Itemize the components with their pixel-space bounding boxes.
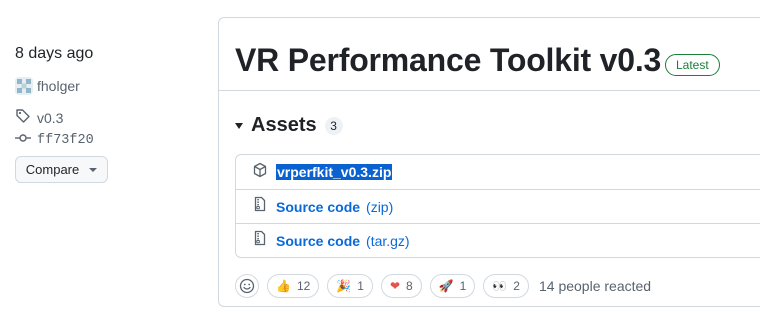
tag-icon (15, 108, 31, 127)
avatar (15, 77, 33, 95)
release-date: 8 days ago (15, 45, 94, 62)
assets-list: vrperfkit_v0.3.zip Source code (zip) Sour… (235, 154, 760, 258)
assets-heading: Assets (251, 114, 317, 136)
assets-count: 3 (324, 116, 343, 135)
divider (219, 90, 760, 91)
reaction-count: 1 (459, 279, 467, 293)
package-icon (252, 162, 268, 183)
reaction-count: 2 (513, 279, 520, 293)
commit-sha[interactable]: ff73f20 (37, 133, 94, 148)
triangle-down-icon (235, 122, 243, 129)
reaction-count: 1 (357, 279, 364, 293)
release-commit[interactable]: ff73f20 (15, 130, 94, 151)
compare-button[interactable]: Compare (15, 156, 108, 183)
asset-suffix: (tar.gz) (366, 232, 410, 249)
reaction-count: 8 (406, 279, 413, 293)
thumbs-up-icon: 👍 (276, 279, 291, 293)
asset-row[interactable]: Source code (zip) (236, 189, 760, 223)
assets-toggle[interactable]: Assets 3 (235, 114, 343, 137)
latest-badge: Latest (665, 54, 720, 76)
source-code-targz-link[interactable]: Source code (tar.gz) (276, 233, 410, 249)
compare-label: Compare (25, 162, 80, 177)
rocket-icon: 🚀 (438, 279, 454, 293)
tada-icon: 🎉 (336, 279, 352, 293)
release-tag[interactable]: v0.3 (15, 108, 63, 127)
asset-row[interactable]: vrperfkit_v0.3.zip (236, 155, 760, 189)
reaction-thumbs-up-button[interactable]: 👍 12 (267, 274, 320, 298)
reaction-tada-button[interactable]: 🎉 1 (327, 274, 373, 298)
reaction-heart-button[interactable]: ❤ 8 (380, 274, 422, 298)
asset-suffix: (zip) (366, 198, 394, 215)
git-commit-icon (15, 130, 31, 151)
reaction-rocket-button[interactable]: 🚀 1 (429, 274, 476, 298)
file-zip-icon (252, 196, 268, 217)
chevron-down-icon (89, 167, 98, 172)
reaction-eyes-button[interactable]: 👀 2 (483, 274, 529, 298)
heart-icon: ❤ (389, 279, 401, 293)
release-title[interactable]: VR Performance Toolkit v0.3 (235, 42, 661, 79)
asset-label: Source code (276, 198, 361, 215)
reaction-summary[interactable]: 14 people reacted (539, 278, 651, 294)
release-card: VR Performance Toolkit v0.3 Latest Asset… (218, 17, 760, 307)
reactions-bar: 👍 12 🎉 1 ❤ 8 🚀 1 👀 2 14 people reacted (235, 274, 651, 298)
source-code-zip-link[interactable]: Source code (zip) (276, 199, 393, 215)
asset-link[interactable]: vrperfkit_v0.3.zip (276, 164, 393, 180)
asset-row[interactable]: Source code (tar.gz) (236, 223, 760, 257)
eyes-icon: 👀 (492, 279, 508, 293)
author-name[interactable]: fholger (37, 78, 80, 94)
release-author[interactable]: fholger (15, 77, 80, 95)
add-reaction-button[interactable] (235, 274, 259, 298)
reaction-count: 12 (296, 279, 311, 293)
file-zip-icon (252, 230, 268, 251)
smiley-icon (239, 278, 255, 294)
asset-label: Source code (276, 232, 361, 249)
tag-label[interactable]: v0.3 (37, 110, 63, 126)
